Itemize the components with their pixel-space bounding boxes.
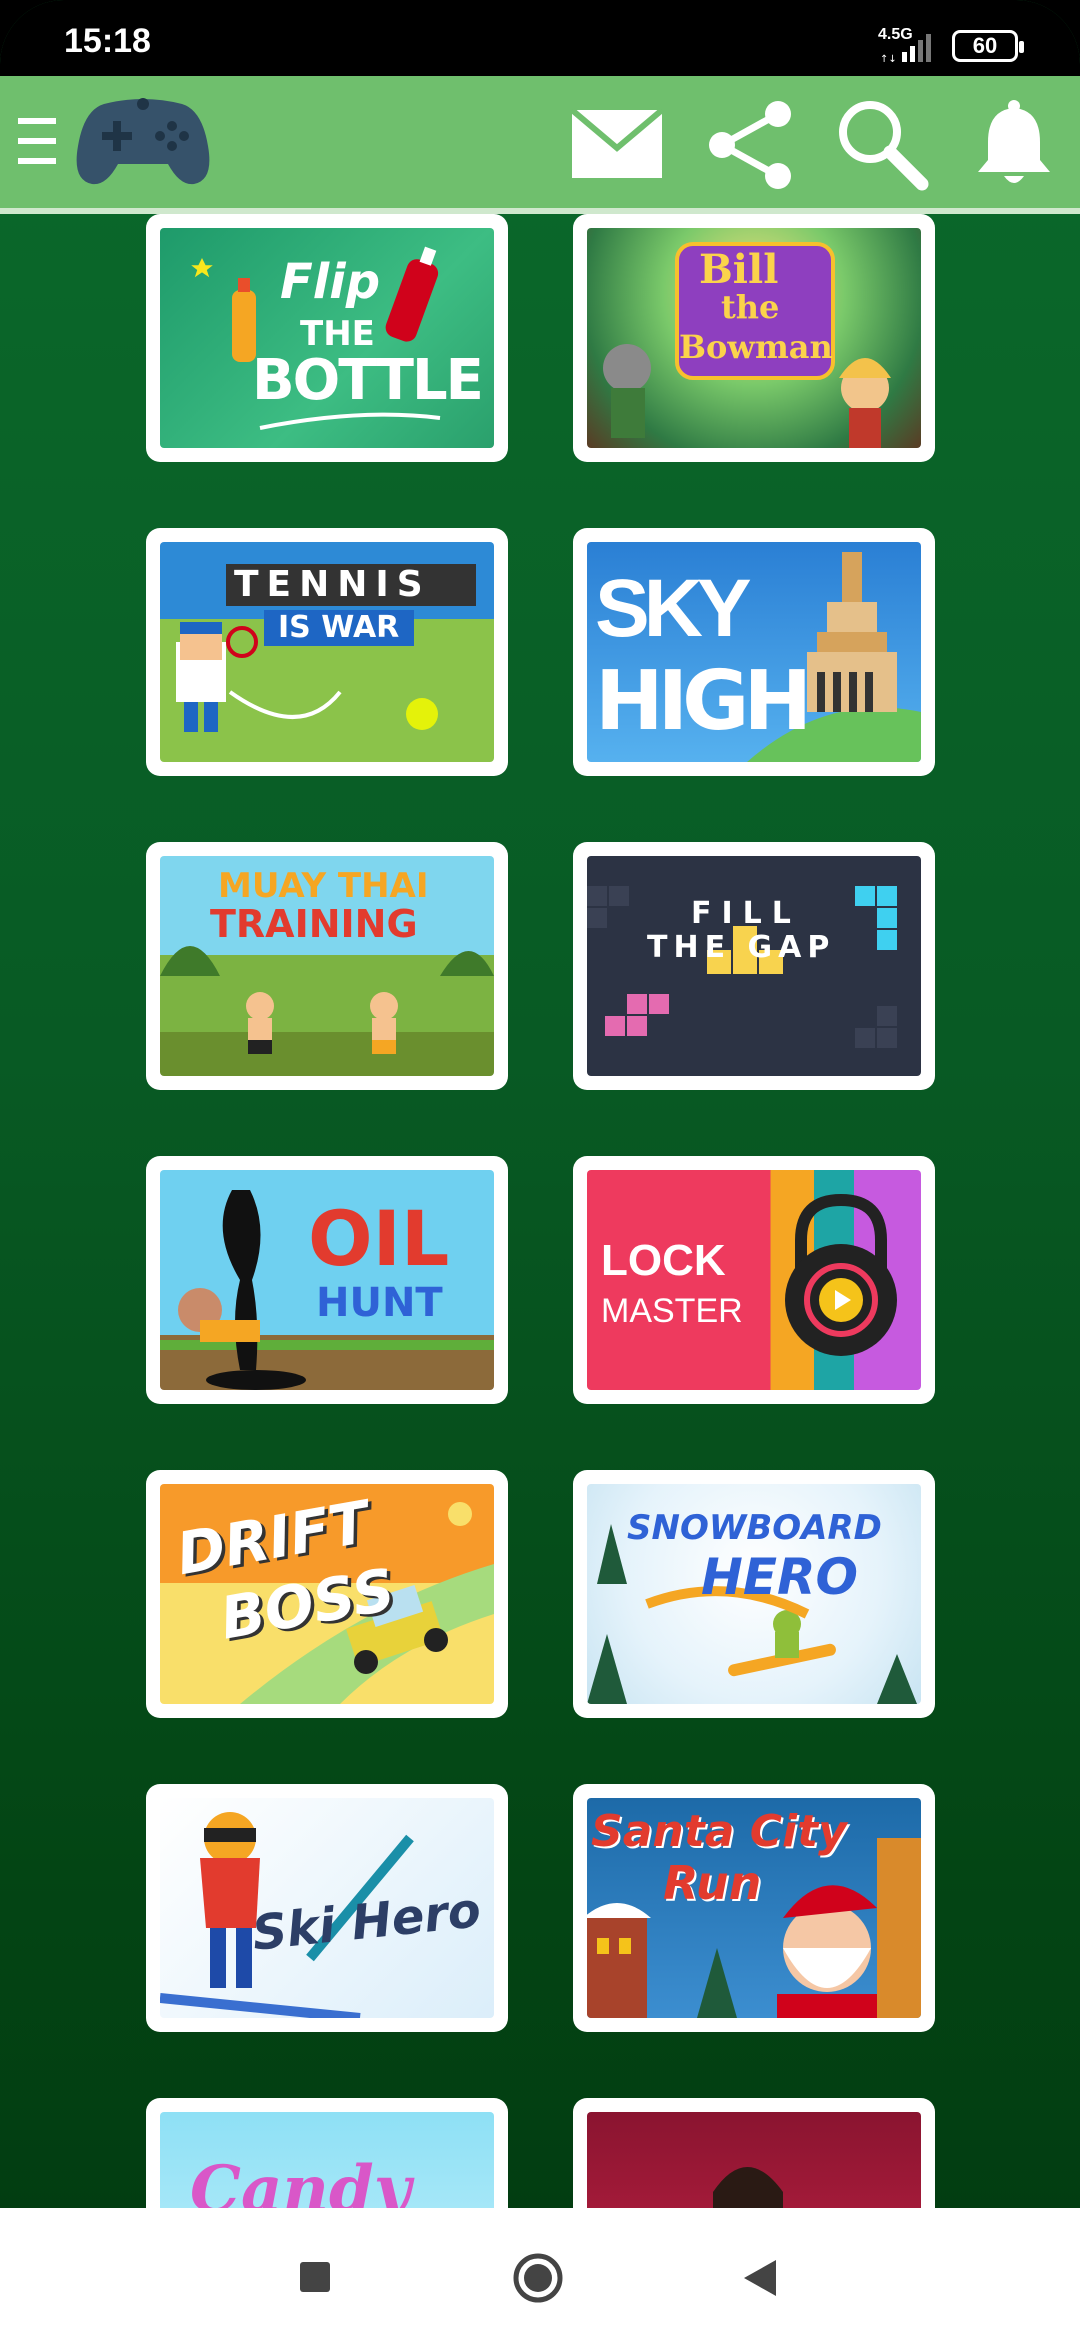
game-thumbnail: Santa City Run — [587, 1798, 921, 2018]
game-title-line2: TRAINING — [210, 902, 418, 946]
gamepad-icon — [76, 98, 210, 185]
share-icon[interactable] — [704, 98, 798, 192]
svg-text:↑↓: ↑↓ — [880, 54, 897, 64]
game-thumbnail: Ski Hero — [160, 1798, 494, 2018]
game-title-line1: Flip — [280, 254, 381, 310]
game-card-unknown[interactable] — [573, 2098, 935, 2208]
game-title-line2: IS WAR — [278, 610, 400, 645]
character-illustration — [713, 2167, 783, 2208]
game-thumbnail: DRIFT BOSS — [160, 1484, 494, 1704]
game-card-oil-hunt[interactable]: OIL HUNT — [146, 1156, 508, 1404]
game-card-bill-the-bowman[interactable]: Bill the Bowman — [573, 214, 935, 462]
status-bar: 15:18 4.5G ↑↓ 60 — [0, 0, 1080, 76]
recents-icon[interactable] — [298, 2260, 332, 2294]
game-title-line2: HERO — [701, 1548, 859, 1606]
bell-icon[interactable] — [974, 98, 1054, 188]
game-title-line1: Candy — [190, 2152, 411, 2208]
game-title-line2: MASTER — [601, 1292, 743, 1330]
game-title-line1: MUAY THAI — [218, 866, 429, 906]
game-title-line3: BOTTLE — [252, 348, 484, 413]
game-title-line1: LOCK — [601, 1236, 726, 1285]
game-title-line1: FILL — [691, 896, 801, 931]
game-card-ski-hero[interactable]: Ski Hero — [146, 1784, 508, 2032]
screen: 15:18 4.5G ↑↓ 60 Flip THE BOTTLE Bill th… — [0, 0, 1080, 2340]
blocks-illustration — [587, 886, 897, 1048]
game-card-fill-the-gap[interactable]: FILL THE GAP — [573, 842, 935, 1090]
game-title-line2: HIGH — [595, 654, 812, 749]
game-card-muay-thai-training[interactable]: MUAY THAI TRAINING — [146, 842, 508, 1090]
signal-icon: ↑↓ — [880, 34, 931, 64]
game-grid: Flip THE BOTTLE Bill the Bowman TENNIS I… — [0, 214, 1080, 2208]
game-title-line1: Bill — [699, 246, 779, 293]
game-title-line2: the — [721, 288, 780, 326]
app-bar — [0, 76, 1080, 214]
back-icon[interactable] — [740, 2258, 780, 2298]
game-thumbnail: OIL HUNT — [160, 1170, 494, 1390]
game-card-lock-master[interactable]: LOCK MASTER — [573, 1156, 935, 1404]
game-title-line1: Santa City — [591, 1806, 847, 1857]
game-title-line2: Run — [663, 1856, 762, 1910]
game-thumbnail: TENNIS IS WAR — [160, 542, 494, 762]
battery-indicator: 60 — [952, 30, 1024, 62]
game-title-line1: OIL — [308, 1194, 450, 1283]
game-card-flip-the-bottle[interactable]: Flip THE BOTTLE — [146, 214, 508, 462]
game-title-line2: THE GAP — [647, 930, 836, 965]
game-title-line1: SKY — [595, 563, 752, 654]
search-icon[interactable] — [834, 96, 930, 192]
game-card-santa-city-run[interactable]: Santa City Run — [573, 1784, 935, 2032]
mail-icon[interactable] — [570, 108, 664, 180]
game-thumbnail: Bill the Bowman — [587, 228, 921, 448]
game-thumbnail: Candy — [160, 2112, 494, 2208]
menu-icon[interactable] — [18, 114, 58, 168]
game-title-line1: TENNIS — [234, 564, 431, 605]
game-thumbnail: SNOWBOARD HERO — [587, 1484, 921, 1704]
game-thumbnail: SKY HIGH — [587, 542, 921, 762]
game-title-line2: HUNT — [316, 1280, 443, 1326]
status-time: 15:18 — [64, 22, 151, 60]
game-card-sky-high[interactable]: SKY HIGH — [573, 528, 935, 776]
game-card-snowboard-hero[interactable]: SNOWBOARD HERO — [573, 1470, 935, 1718]
game-card-tennis-is-war[interactable]: TENNIS IS WAR — [146, 528, 508, 776]
game-title-line1: SNOWBOARD — [627, 1508, 882, 1548]
game-card-candy[interactable]: Candy — [146, 2098, 508, 2208]
game-title-line3: Bowman — [679, 328, 833, 366]
game-thumbnail: LOCK MASTER — [587, 1170, 921, 1390]
system-nav-bar — [0, 2208, 1080, 2340]
game-thumbnail: Flip THE BOTTLE — [160, 228, 494, 448]
game-thumbnail: FILL THE GAP — [587, 856, 921, 1076]
game-thumbnail — [587, 2112, 921, 2208]
game-card-drift-boss[interactable]: DRIFT BOSS — [146, 1470, 508, 1718]
game-thumbnail: MUAY THAI TRAINING — [160, 856, 494, 1076]
home-icon[interactable] — [512, 2252, 564, 2304]
